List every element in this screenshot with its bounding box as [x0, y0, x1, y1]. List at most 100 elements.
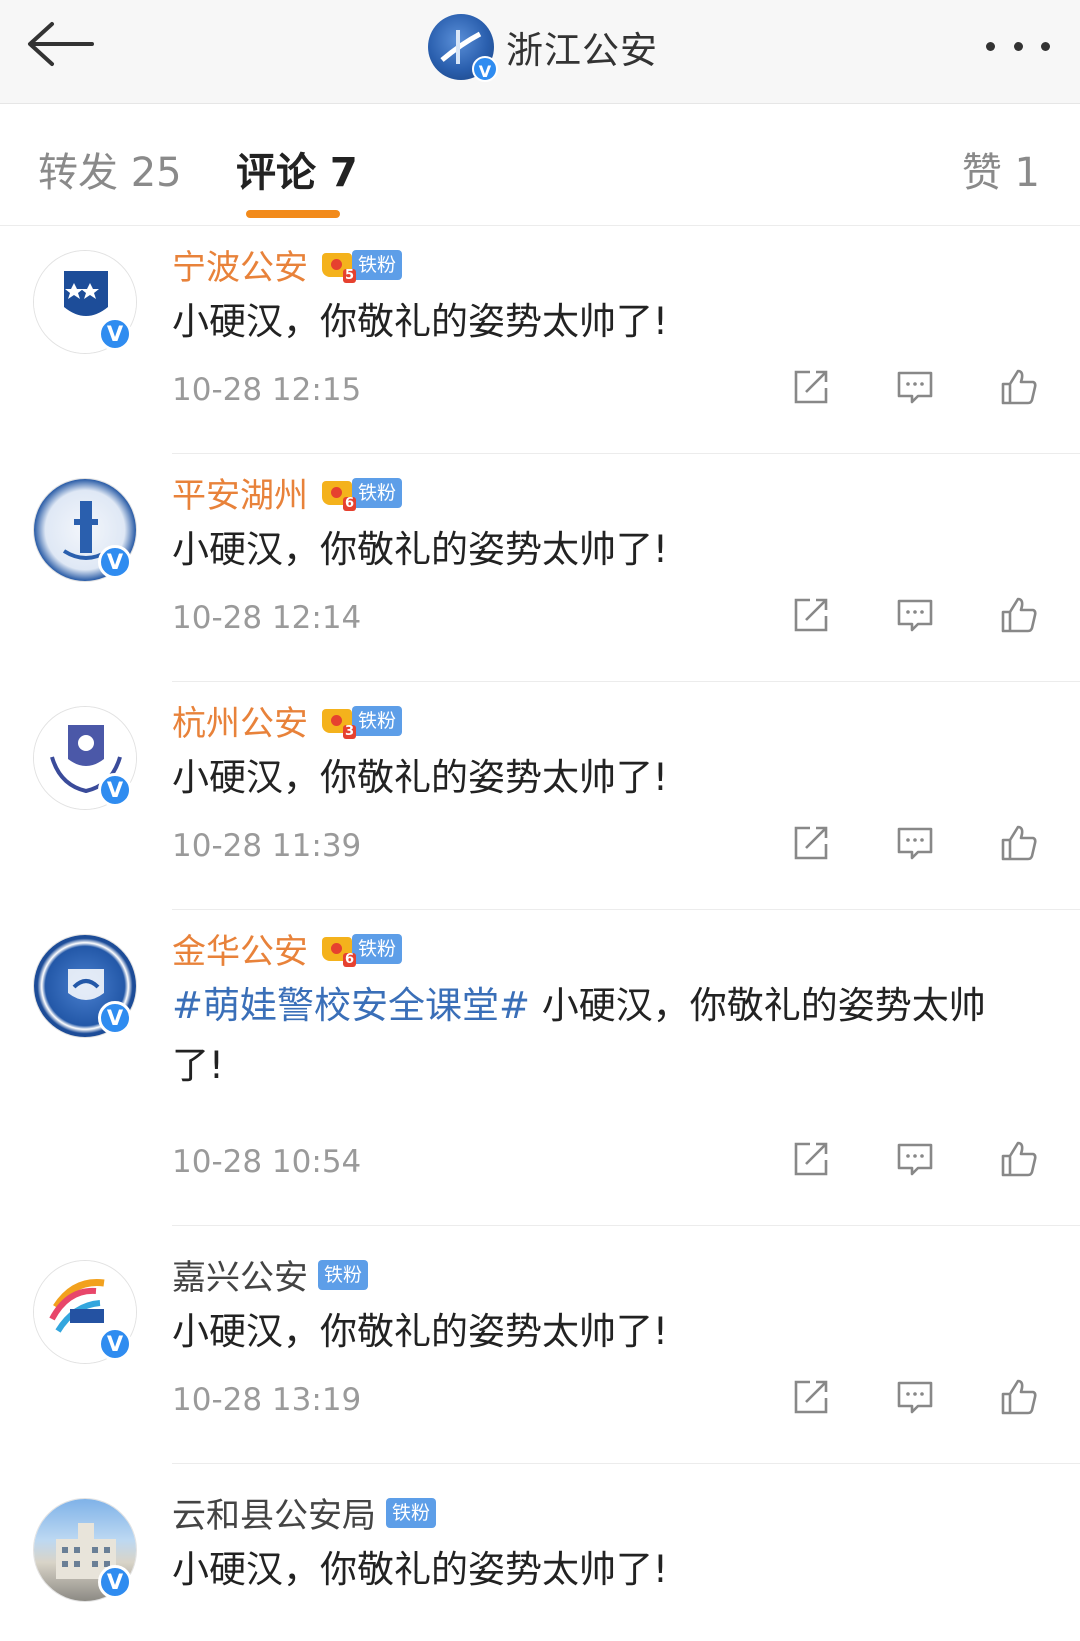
comment-actions — [790, 1376, 1040, 1418]
fan-badges: 5 铁粉 — [320, 248, 403, 283]
comment-header: 杭州公安 3 铁粉 — [172, 696, 403, 745]
fan-badges: 6 铁粉 — [320, 932, 403, 967]
comment-item: V 嘉兴公安 铁粉 小硬汉，你敬礼的姿势太帅了! 10-28 13:19 — [0, 1226, 1080, 1464]
comment-icon[interactable] — [894, 822, 936, 864]
top-bar: V 浙江公安 — [0, 0, 1080, 104]
commenter-name[interactable]: 金华公安 — [172, 924, 308, 973]
active-tab-indicator — [246, 210, 340, 218]
comment-header: 宁波公安 5 铁粉 — [172, 240, 403, 289]
verified-badge: V — [98, 317, 132, 351]
comment-text: 小硬汉，你敬礼的姿势太帅了! — [172, 292, 1032, 352]
comment-item: V 云和县公安局 铁粉 小硬汉，你敬礼的姿势太帅了! — [0, 1464, 1080, 1641]
comment-icon[interactable] — [894, 1376, 936, 1418]
comment-actions — [790, 822, 1040, 864]
comment-item: V 平安湖州 6 铁粉 小硬汉，你敬礼的姿势太帅了! 10-28 12:14 — [0, 454, 1080, 682]
comment-actions — [790, 366, 1040, 408]
commenter-name[interactable]: 平安湖州 — [172, 468, 308, 517]
commenter-avatar[interactable]: V — [33, 1260, 137, 1364]
thumbs-up-icon[interactable] — [998, 822, 1040, 864]
commenter-name[interactable]: 宁波公安 — [172, 240, 308, 289]
repost-icon[interactable] — [790, 822, 832, 864]
comment-text: 小硬汉，你敬礼的姿势太帅了! — [172, 1302, 1032, 1362]
crown-icon: 6 — [320, 477, 356, 511]
fan-badges: 6 铁粉 — [320, 476, 403, 511]
tab-bar: 转发 25 评论 7 赞 1 — [0, 104, 1080, 226]
comment-icon[interactable] — [894, 594, 936, 636]
repost-icon[interactable] — [790, 1138, 832, 1180]
comment-icon[interactable] — [894, 366, 936, 408]
repost-icon[interactable] — [790, 594, 832, 636]
verified-badge: V — [472, 56, 498, 82]
thumbs-up-icon[interactable] — [998, 594, 1040, 636]
fan-badge: 铁粉 — [352, 933, 403, 964]
fan-badge: 铁粉 — [352, 477, 403, 508]
back-button[interactable] — [22, 16, 102, 80]
hashtag-link[interactable]: #萌娃警校安全课堂# — [172, 984, 530, 1027]
more-dot — [1013, 41, 1023, 51]
comment-actions — [790, 1138, 1040, 1180]
comment-item: V 宁波公安 5 铁粉 小硬汉，你敬礼的姿势太帅了! 10-28 12:15 — [0, 226, 1080, 454]
comment-time: 10-28 12:14 — [172, 600, 362, 636]
fan-badge: 铁粉 — [352, 705, 403, 736]
thumbs-up-icon[interactable] — [998, 366, 1040, 408]
account-avatar[interactable]: V — [428, 14, 498, 82]
crown-icon: 3 — [320, 705, 356, 739]
comment-body: 小硬汉，你敬礼的姿势太帅了! — [172, 528, 668, 571]
verified-badge: V — [98, 1327, 132, 1361]
comment-body: 小硬汉，你敬礼的姿势太帅了! — [172, 1310, 668, 1353]
repost-icon[interactable] — [790, 366, 832, 408]
fan-level: 5 — [342, 267, 356, 283]
comment-text: #萌娃警校安全课堂# 小硬汉，你敬礼的姿势太帅了! — [172, 976, 1032, 1096]
comment-body: 小硬汉，你敬礼的姿势太帅了! — [172, 300, 668, 343]
fan-badge: 铁粉 — [386, 1497, 437, 1528]
comment-text: 小硬汉，你敬礼的姿势太帅了! — [172, 1540, 1032, 1600]
comment-header: 平安湖州 6 铁粉 — [172, 468, 403, 517]
crown-icon: 5 — [320, 249, 356, 283]
fan-badge: 铁粉 — [318, 1259, 369, 1290]
verified-badge: V — [98, 1565, 132, 1599]
comment-body: 小硬汉，你敬礼的姿势太帅了! — [172, 1548, 668, 1591]
repost-icon[interactable] — [790, 1376, 832, 1418]
commenter-avatar[interactable]: V — [33, 1498, 137, 1602]
commenter-avatar[interactable]: V — [33, 250, 137, 354]
comment-time: 10-28 11:39 — [172, 828, 362, 864]
comment-icon[interactable] — [894, 1138, 936, 1180]
comment-item: V 杭州公安 3 铁粉 小硬汉，你敬礼的姿势太帅了! 10-28 11:39 — [0, 682, 1080, 910]
fan-badges: 3 铁粉 — [320, 704, 403, 739]
commenter-name[interactable]: 嘉兴公安 — [172, 1250, 308, 1299]
comment-header: 云和县公安局 铁粉 — [172, 1488, 437, 1537]
tab-comment[interactable]: 评论 7 — [236, 140, 358, 198]
fan-badge: 铁粉 — [352, 249, 403, 280]
verified-badge: V — [98, 773, 132, 807]
fan-level: 6 — [342, 495, 356, 511]
tab-like[interactable]: 赞 1 — [962, 140, 1040, 198]
comment-item: V 金华公安 6 铁粉 #萌娃警校安全课堂# 小硬汉，你敬礼的姿势太帅了! 10… — [0, 910, 1080, 1226]
more-dot — [986, 41, 995, 51]
fan-badges: 铁粉 — [318, 1258, 369, 1292]
comment-time: 10-28 12:15 — [172, 372, 362, 408]
more-options-button[interactable] — [986, 34, 1050, 58]
crown-icon: 6 — [320, 933, 356, 967]
comment-body: 小硬汉，你敬礼的姿势太帅了! — [172, 756, 668, 799]
thumbs-up-icon[interactable] — [998, 1376, 1040, 1418]
more-dot — [1041, 41, 1050, 51]
page-title: 浙江公安 — [506, 29, 658, 72]
verified-badge: V — [98, 1001, 132, 1035]
commenter-name[interactable]: 杭州公安 — [172, 696, 308, 745]
commenter-avatar[interactable]: V — [33, 706, 137, 810]
account-header[interactable]: V 浙江公安 — [428, 12, 658, 82]
comment-header: 金华公安 6 铁粉 — [172, 924, 403, 973]
commenter-avatar[interactable]: V — [33, 478, 137, 582]
fan-badges: 铁粉 — [386, 1496, 437, 1530]
comment-text: 小硬汉，你敬礼的姿势太帅了! — [172, 520, 1032, 580]
fan-level: 6 — [342, 951, 356, 967]
commenter-avatar[interactable]: V — [33, 934, 137, 1038]
thumbs-up-icon[interactable] — [998, 1138, 1040, 1180]
comment-header: 嘉兴公安 铁粉 — [172, 1250, 369, 1299]
comment-text: 小硬汉，你敬礼的姿势太帅了! — [172, 748, 1032, 808]
fan-level: 3 — [342, 723, 356, 739]
verified-badge: V — [98, 545, 132, 579]
tab-repost[interactable]: 转发 25 — [38, 140, 182, 198]
commenter-name[interactable]: 云和县公安局 — [172, 1488, 376, 1537]
comment-time: 10-28 10:54 — [172, 1144, 362, 1180]
